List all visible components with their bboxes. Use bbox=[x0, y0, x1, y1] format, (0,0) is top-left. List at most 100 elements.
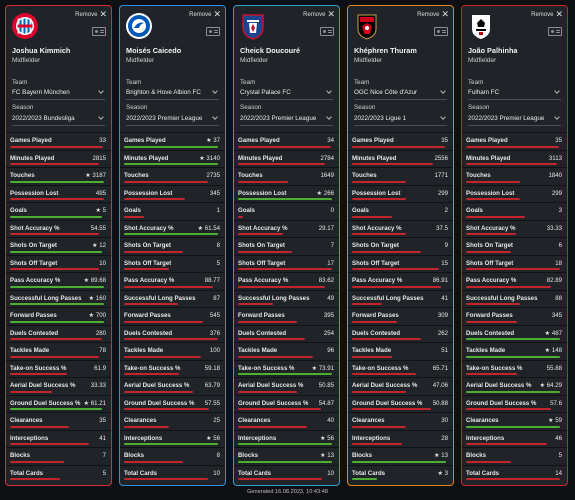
remove-button[interactable]: Remove ✕ bbox=[189, 10, 221, 19]
stat-row: Duels Contested 254 bbox=[234, 324, 339, 343]
stat-value: ★ 89.68 bbox=[83, 277, 106, 284]
stat-value: 96 bbox=[327, 347, 334, 354]
stat-row: Forward Passes 345 bbox=[462, 307, 567, 325]
team-select-value: FC Bayern München bbox=[12, 89, 70, 96]
stat-row: Successful Long Passes ★ 160 bbox=[6, 289, 111, 308]
season-select-value: 2022/2023 Ligue 1 bbox=[354, 115, 407, 122]
stat-label: Touches bbox=[124, 172, 149, 179]
season-select[interactable]: 2022/2023 Ligue 1 bbox=[354, 114, 447, 126]
stat-bar bbox=[124, 408, 210, 410]
crystal-palace-crest-icon bbox=[239, 12, 267, 40]
stat-row: Possession Lost ★ 266 bbox=[234, 184, 339, 203]
stat-label: Interceptions bbox=[10, 434, 49, 442]
remove-button[interactable]: Remove ✕ bbox=[417, 10, 449, 19]
id-card-icon[interactable] bbox=[434, 27, 448, 36]
stat-label: Duels Contested bbox=[124, 329, 173, 337]
id-card-icon[interactable] bbox=[320, 27, 334, 36]
stat-row: Ground Duel Success % 50.88 bbox=[348, 394, 453, 413]
stat-bar bbox=[352, 390, 407, 393]
team-select[interactable]: Fulham FC bbox=[468, 88, 561, 100]
stat-value: 46 bbox=[555, 434, 562, 442]
team-select[interactable]: Crystal Palace FC bbox=[240, 88, 333, 100]
player-name: Cheick Doucouré bbox=[240, 46, 301, 55]
stat-row: Tackles Made 51 bbox=[348, 342, 453, 360]
player-position: Midfielder bbox=[468, 57, 497, 64]
stat-label: Goals bbox=[352, 207, 369, 214]
stat-value: 57.6 bbox=[550, 399, 562, 407]
stat-row: Tackles Made 78 bbox=[6, 342, 111, 360]
stat-label: Goals bbox=[466, 207, 483, 214]
stat-label: Blocks bbox=[10, 452, 30, 459]
stat-label: Clearances bbox=[10, 417, 43, 424]
bayern-munich-crest-icon bbox=[11, 12, 39, 40]
season-select[interactable]: 2022/2023 Premier League bbox=[240, 114, 333, 126]
id-card-icon[interactable] bbox=[92, 27, 106, 36]
stat-row: Tackles Made ★ 148 bbox=[462, 342, 567, 360]
team-select-value: OGC Nice Côte d'Azur bbox=[354, 89, 418, 96]
stat-bar bbox=[466, 390, 561, 393]
stat-bar bbox=[352, 215, 392, 218]
season-select[interactable]: 2022/2023 Bundesliga bbox=[12, 114, 105, 126]
stat-value: ★ 3 bbox=[437, 469, 448, 477]
id-card-icon[interactable] bbox=[548, 27, 562, 36]
stat-bar bbox=[238, 478, 323, 480]
stat-bar bbox=[352, 425, 407, 428]
stat-bar bbox=[10, 198, 105, 200]
season-select[interactable]: 2022/2023 Premier League bbox=[126, 114, 219, 126]
stat-label: Total Cards bbox=[466, 469, 500, 477]
stat-value: 59.18 bbox=[204, 364, 220, 372]
stat-row: Clearances 40 bbox=[234, 412, 339, 430]
stat-row: Games Played 33 bbox=[6, 132, 111, 150]
stat-label: Aerial Duel Success % bbox=[238, 382, 304, 389]
stat-row: Forward Passes 309 bbox=[348, 307, 453, 325]
stat-row: Successful Long Passes 88 bbox=[462, 289, 567, 308]
player-card: Remove ✕ Cheick Doucouré Midfielder Team Crys… bbox=[233, 5, 340, 486]
team-select[interactable]: FC Bayern München bbox=[12, 88, 105, 100]
stat-row: Shot Accuracy % 29.17 bbox=[234, 219, 339, 238]
stat-value: 15 bbox=[441, 259, 448, 267]
close-icon[interactable]: ✕ bbox=[213, 10, 221, 19]
season-label: Season bbox=[354, 104, 376, 111]
stat-value: ★ 700 bbox=[88, 312, 106, 319]
team-select[interactable]: Brighton & Hove Albion FC bbox=[126, 88, 219, 100]
remove-label: Remove bbox=[189, 11, 212, 18]
stat-value: 88.77 bbox=[204, 277, 220, 284]
close-icon[interactable]: ✕ bbox=[99, 10, 107, 19]
close-icon[interactable]: ✕ bbox=[555, 10, 563, 19]
stat-row: Blocks ★ 13 bbox=[348, 447, 453, 465]
team-select-value: Fulham FC bbox=[468, 89, 500, 96]
stat-value: 376 bbox=[209, 329, 220, 337]
stat-row: Successful Long Passes 49 bbox=[234, 289, 339, 308]
stat-bar bbox=[10, 285, 105, 288]
card-header: Remove ✕ Joshua Kimmich Midfielder bbox=[6, 6, 111, 71]
close-icon[interactable]: ✕ bbox=[327, 10, 335, 19]
season-label: Season bbox=[468, 104, 490, 111]
stat-value: 40 bbox=[327, 417, 334, 424]
player-position: Midfielder bbox=[240, 57, 269, 64]
stat-value: 63.79 bbox=[204, 382, 220, 389]
stat-bar bbox=[124, 163, 219, 165]
stat-value: ★ 3140 bbox=[199, 154, 220, 162]
stat-row: Forward Passes 545 bbox=[120, 307, 225, 325]
chevron-down-icon bbox=[98, 88, 104, 94]
stat-bar bbox=[466, 303, 521, 305]
stat-row: Total Cards ★ 3 bbox=[348, 464, 453, 483]
stat-label: Total Cards bbox=[10, 469, 44, 477]
remove-button[interactable]: Remove ✕ bbox=[531, 10, 563, 19]
stat-row: Forward Passes ★ 700 bbox=[6, 307, 111, 325]
season-select[interactable]: 2022/2023 Premier League bbox=[468, 114, 561, 126]
close-icon[interactable]: ✕ bbox=[441, 10, 449, 19]
stat-row: Goals 2 bbox=[348, 202, 453, 220]
remove-button[interactable]: Remove ✕ bbox=[303, 10, 335, 19]
stat-bar bbox=[10, 338, 103, 340]
id-card-icon[interactable] bbox=[206, 27, 220, 36]
remove-button[interactable]: Remove ✕ bbox=[75, 10, 107, 19]
stat-label: Total Cards bbox=[124, 469, 158, 477]
stat-label: Possession Lost bbox=[238, 189, 287, 197]
team-select[interactable]: OGC Nice Côte d'Azur bbox=[354, 88, 447, 100]
stat-label: Ground Duel Success % bbox=[466, 399, 537, 407]
stat-row: Interceptions ★ 56 bbox=[234, 429, 339, 448]
stat-bar bbox=[238, 233, 283, 235]
stat-value: 2784 bbox=[320, 154, 334, 162]
stat-bar bbox=[238, 145, 332, 148]
